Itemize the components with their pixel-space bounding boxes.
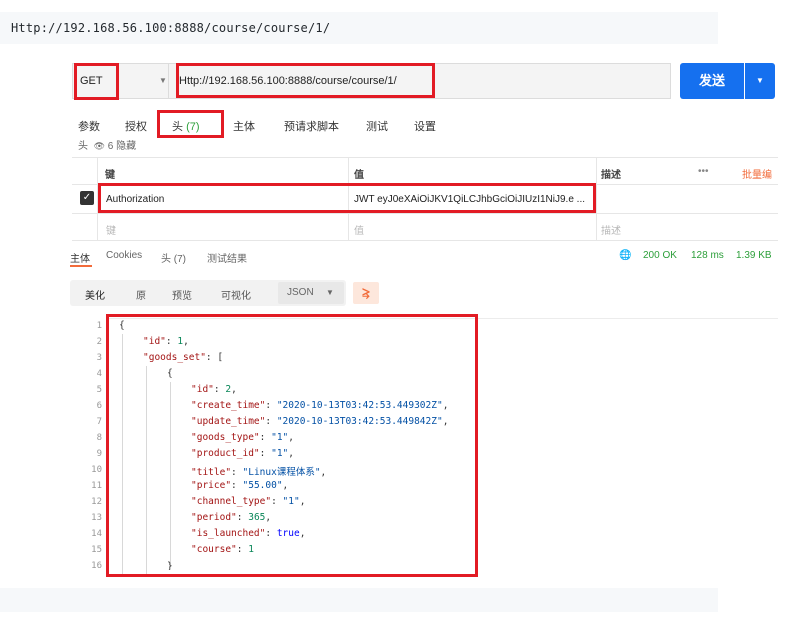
- table-row-border: [72, 213, 778, 214]
- bulk-edit-link[interactable]: 批量编: [742, 166, 782, 181]
- headers-tab-highlight: [157, 110, 224, 138]
- new-value-input[interactable]: 值: [354, 222, 364, 237]
- raw-button[interactable]: 原: [136, 287, 146, 302]
- line-number: 14: [91, 529, 102, 539]
- line-number: 10: [91, 465, 102, 475]
- send-button[interactable]: 发送: [680, 63, 744, 99]
- pretty-button[interactable]: 美化: [85, 287, 105, 302]
- tab-prerequest[interactable]: 预请求脚本: [284, 118, 339, 134]
- wrap-lines-icon[interactable]: ⥸: [353, 282, 379, 304]
- line-number: 5: [96, 385, 102, 395]
- code-header-url: Http://192.168.56.100:8888/course/course…: [11, 21, 331, 35]
- hidden-headers-text: 6 隐藏: [107, 141, 137, 152]
- chevron-down-icon: ▼: [326, 288, 334, 297]
- response-headers-count: (7): [173, 254, 187, 265]
- response-time: 128 ms: [691, 250, 724, 261]
- row-enabled-checkbox[interactable]: ✓: [80, 191, 94, 205]
- new-desc-input[interactable]: 描述: [601, 222, 621, 237]
- send-dropdown-icon[interactable]: ▼: [745, 63, 775, 99]
- active-tab-underline: [70, 265, 92, 267]
- line-number: 8: [96, 433, 102, 443]
- response-tab-headers[interactable]: 头 (7): [161, 250, 186, 265]
- new-key-input[interactable]: 键: [106, 222, 116, 237]
- table-col-divider: [596, 157, 597, 240]
- line-number: 9: [96, 449, 102, 459]
- hidden-headers-prefix: 头: [78, 141, 88, 152]
- line-number: 15: [91, 545, 102, 555]
- line-number: 12: [91, 497, 102, 507]
- line-number: 1: [96, 321, 102, 331]
- response-tab-body[interactable]: 主体: [70, 250, 90, 265]
- chevron-down-icon: ▼: [159, 76, 167, 85]
- eye-icon: 👁: [93, 141, 105, 151]
- line-number: 13: [91, 513, 102, 523]
- globe-icon[interactable]: 🌐: [619, 250, 631, 261]
- line-number: 4: [96, 369, 102, 379]
- line-number: 3: [96, 353, 102, 363]
- method-highlight: [74, 63, 119, 100]
- format-label: JSON: [287, 287, 314, 298]
- preview-button[interactable]: 预览: [172, 287, 192, 302]
- format-select[interactable]: JSON ▼: [278, 282, 344, 304]
- tab-auth[interactable]: 授权: [125, 118, 147, 134]
- response-tab-cookies[interactable]: Cookies: [106, 250, 142, 261]
- response-headers-label: 头: [161, 254, 171, 265]
- tab-body[interactable]: 主体: [233, 118, 255, 134]
- line-number: 11: [91, 481, 102, 491]
- tab-settings[interactable]: 设置: [414, 118, 436, 134]
- line-number: 2: [96, 337, 102, 347]
- line-number: 6: [96, 401, 102, 411]
- tab-tests[interactable]: 测试: [366, 118, 388, 134]
- response-body-highlight: [106, 314, 478, 577]
- hidden-headers-toggle[interactable]: 头 👁 6 隐藏: [78, 137, 136, 152]
- col-desc-header: 描述: [601, 170, 621, 181]
- url-highlight: [176, 63, 435, 98]
- authorization-highlight: [98, 183, 596, 213]
- response-tab-test-results[interactable]: 测试结果: [207, 250, 247, 265]
- table-top-border: [72, 157, 778, 158]
- status-code: 200 OK: [643, 250, 677, 261]
- col-value-header: 值: [354, 170, 364, 181]
- more-icon[interactable]: •••: [698, 166, 709, 177]
- col-key-header: 键: [105, 170, 115, 181]
- table-bottom-border: [72, 240, 778, 241]
- code-block-footer: [0, 588, 718, 612]
- visualize-button[interactable]: 可视化: [221, 287, 251, 302]
- response-size: 1.39 KB: [736, 250, 772, 261]
- code-block-header: Http://192.168.56.100:8888/course/course…: [0, 12, 718, 44]
- tab-params[interactable]: 参数: [78, 118, 100, 134]
- line-number: 16: [91, 561, 102, 571]
- line-number: 7: [96, 417, 102, 427]
